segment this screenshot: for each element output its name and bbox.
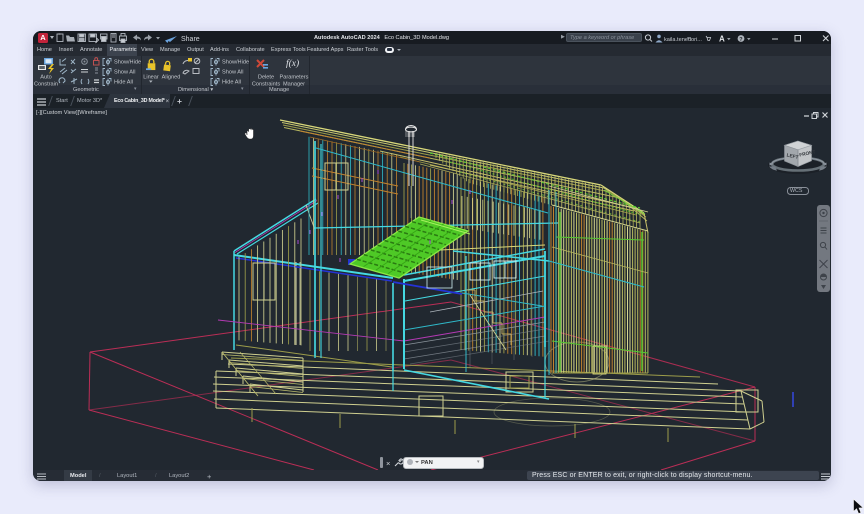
svg-text:f(x): f(x) <box>286 58 299 69</box>
svg-text:Show/Hide: Show/Hide <box>114 60 141 66</box>
svg-text:Share: Share <box>181 36 200 43</box>
svg-text:Linear: Linear <box>143 75 159 81</box>
svg-text:Constrain: Constrain <box>34 82 58 88</box>
svg-text:Hide All: Hide All <box>222 80 241 86</box>
svg-text:Hide All: Hide All <box>114 80 133 86</box>
svg-text:Auto: Auto <box>40 75 52 81</box>
svg-text:Delete: Delete <box>258 75 274 81</box>
svg-text:kaila.tenedori...: kaila.tenedori... <box>664 37 702 43</box>
svg-text:Show All: Show All <box>222 70 243 76</box>
svg-text:Show/Hide: Show/Hide <box>222 60 249 66</box>
svg-text:Show All: Show All <box>114 70 135 76</box>
svg-text:Constraints: Constraints <box>252 82 280 88</box>
svg-text:Aligned: Aligned <box>162 75 181 81</box>
svg-text:Manager: Manager <box>283 82 305 88</box>
svg-text:A: A <box>719 35 725 44</box>
svg-text:Parameters: Parameters <box>280 75 309 81</box>
